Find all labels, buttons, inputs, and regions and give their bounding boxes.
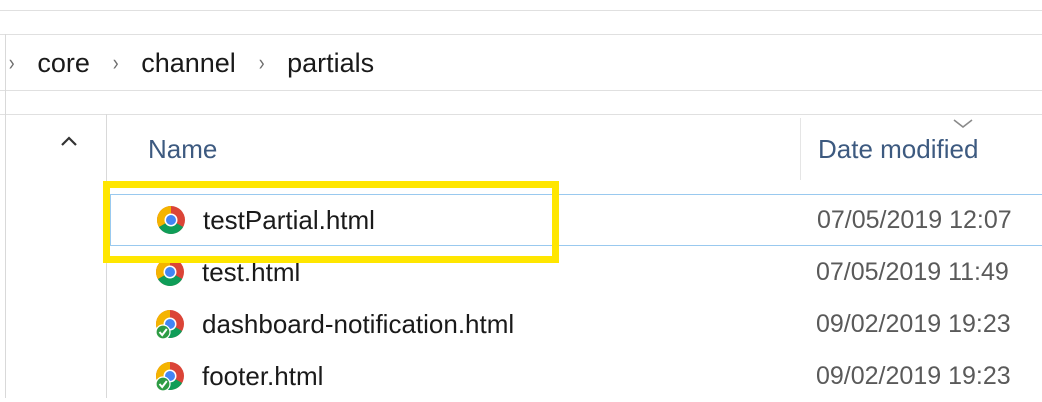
file-row-testpartial[interactable]: testPartial.html 07/05/2019 12:07 (110, 194, 1042, 246)
file-date-modified: 07/05/2019 11:49 (816, 257, 1009, 286)
file-name: testPartial.html (203, 204, 375, 235)
column-header-row: Name Date modified (110, 118, 1042, 180)
file-list: testPartial.html 07/05/2019 12:07 test.h… (110, 194, 1042, 402)
content-top-border (0, 114, 1042, 115)
top-border (0, 10, 1042, 11)
file-date-modified: 09/02/2019 19:23 (816, 309, 1011, 338)
file-date-modified: 07/05/2019 12:07 (817, 205, 1012, 234)
column-divider[interactable] (800, 118, 801, 180)
breadcrumb-item-core[interactable]: core (37, 48, 90, 79)
breadcrumb-item-partials[interactable]: partials (287, 48, 374, 79)
nav-pane-divider (106, 114, 107, 398)
chrome-html-synced-icon (155, 362, 184, 392)
file-row-test[interactable]: test.html 07/05/2019 11:49 (110, 246, 1042, 298)
chrome-html-icon (156, 258, 184, 286)
sort-descending-icon (953, 119, 973, 129)
address-bar-bottom-border (0, 90, 1042, 91)
file-name: dashboard-notification.html (202, 308, 515, 339)
file-row-dashboard-notification[interactable]: dashboard-notification.html 09/02/2019 1… (110, 298, 1042, 350)
chevron-up-icon (61, 136, 77, 146)
address-bar-top-border (0, 34, 1042, 35)
file-name: test.html (202, 256, 301, 287)
breadcrumb-item-channel[interactable]: channel (141, 48, 236, 79)
nav-pane-scroll-up-button[interactable] (56, 128, 82, 154)
file-date-modified: 09/02/2019 19:23 (816, 361, 1011, 390)
chevron-right-icon[interactable]: › (259, 50, 265, 76)
chevron-right-icon[interactable]: › (9, 50, 15, 76)
column-header-name[interactable]: Name (148, 134, 217, 165)
breadcrumb: › core › channel › partials (0, 36, 1042, 90)
chevron-right-icon[interactable]: › (113, 50, 119, 76)
chrome-html-synced-icon (155, 310, 184, 340)
column-header-date-modified[interactable]: Date modified (818, 134, 978, 165)
file-name: footer.html (202, 360, 324, 391)
file-row-footer[interactable]: footer.html 09/02/2019 19:23 (110, 350, 1042, 402)
chrome-html-icon (157, 206, 185, 234)
